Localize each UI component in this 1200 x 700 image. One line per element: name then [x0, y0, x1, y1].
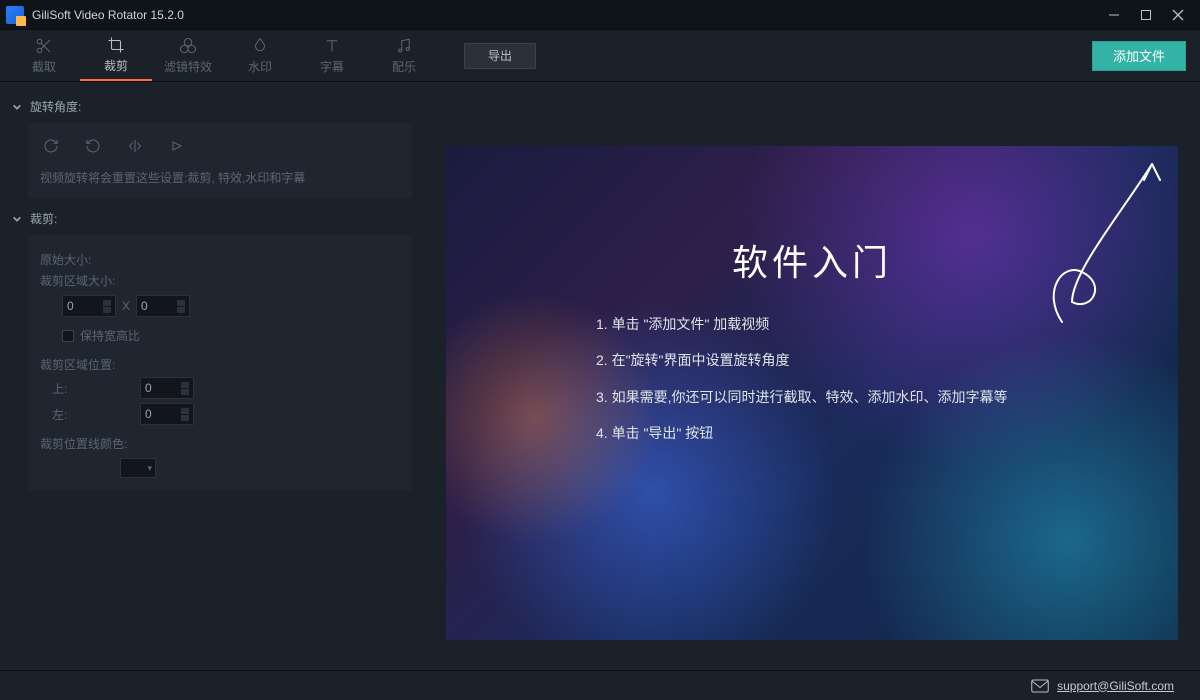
left-label: 左: [48, 406, 134, 423]
crop-top-input[interactable]: 0 [140, 377, 194, 399]
crop-width-input[interactable]: 0 [62, 295, 116, 317]
maximize-button[interactable] [1130, 1, 1162, 29]
rotate-cw-button[interactable] [40, 135, 62, 157]
section-crop-header[interactable]: 裁剪: [12, 210, 410, 227]
top-label: 上: [48, 380, 134, 397]
section-rotation-header[interactable]: 旋转角度: [12, 98, 410, 115]
keep-ratio-label: 保持宽高比 [80, 327, 140, 344]
flip-horizontal-button[interactable] [124, 135, 146, 157]
tab-cut[interactable]: 截取 [8, 31, 80, 81]
tab-label: 裁剪 [104, 57, 128, 74]
tab-filter[interactable]: 滤镜特效 [152, 31, 224, 81]
chevron-down-icon [12, 214, 22, 224]
step-4: 4. 单击 "导出" 按钮 [596, 415, 1007, 451]
tab-music[interactable]: 配乐 [368, 31, 440, 81]
settings-sidebar: 旋转角度: 视频旋转将会重置这些设置:裁剪, 特效,水印和字幕 裁剪: 原始大小… [0, 82, 424, 670]
tab-label: 水印 [248, 58, 272, 75]
keep-ratio-checkbox[interactable] [62, 330, 74, 342]
preview-title: 软件入门 [446, 234, 1178, 286]
onboarding-steps: 1. 单击 "添加文件" 加载视频 2. 在"旋转"界面中设置旋转角度 3. 如… [596, 306, 1007, 452]
crop-pos-label: 裁剪区域位置: [40, 356, 400, 373]
rotation-panel: 视频旋转将会重置这些设置:裁剪, 特效,水印和字幕 [28, 123, 412, 198]
close-button[interactable] [1162, 1, 1194, 29]
tab-subtitle[interactable]: 字幕 [296, 31, 368, 81]
app-icon [6, 6, 24, 24]
step-2: 2. 在"旋转"界面中设置旋转角度 [596, 342, 1007, 378]
preview-canvas: 软件入门 1. 单击 "添加文件" 加载视频 2. 在"旋转"界面中设置旋转角度… [446, 146, 1178, 640]
crop-size-label: 裁剪区域大小: [40, 272, 400, 289]
preview-area: 软件入门 1. 单击 "添加文件" 加载视频 2. 在"旋转"界面中设置旋转角度… [424, 82, 1200, 670]
rotation-hint: 视频旋转将会重置这些设置:裁剪, 特效,水印和字幕 [40, 169, 400, 186]
flip-vertical-button[interactable] [166, 135, 188, 157]
droplet-icon [251, 37, 269, 55]
crop-panel: 原始大小: 裁剪区域大小: 0 X 0 保持宽高比 裁剪区域位置: 上: 0 左… [28, 235, 412, 490]
export-button[interactable]: 导出 [464, 43, 536, 69]
footer: support@GiliSoft.com [0, 670, 1200, 700]
step-1: 1. 单击 "添加文件" 加载视频 [596, 306, 1007, 342]
mail-icon [1031, 679, 1049, 693]
tab-watermark[interactable]: 水印 [224, 31, 296, 81]
step-3: 3. 如果需要,你还可以同时进行截取、特效、添加水印、添加字幕等 [596, 379, 1007, 415]
tab-label: 滤镜特效 [164, 58, 212, 75]
tab-crop[interactable]: 裁剪 [80, 31, 152, 81]
tab-label: 截取 [32, 58, 56, 75]
filter-icon [179, 37, 197, 55]
line-color-picker[interactable] [120, 458, 156, 478]
crop-height-input[interactable]: 0 [136, 295, 190, 317]
music-icon [395, 37, 413, 55]
multiply-separator: X [122, 299, 130, 313]
text-icon [323, 37, 341, 55]
crop-left-input[interactable]: 0 [140, 403, 194, 425]
minimize-button[interactable] [1098, 1, 1130, 29]
add-file-button[interactable]: 添加文件 [1092, 41, 1186, 71]
line-color-label: 裁剪位置线颜色: [40, 435, 400, 452]
crop-icon [107, 36, 125, 54]
scissors-icon [35, 37, 53, 55]
section-rotation-title: 旋转角度: [30, 98, 81, 115]
toolbar: 截取 裁剪 滤镜特效 水印 字幕 配乐 导出 添加文件 [0, 30, 1200, 82]
chevron-down-icon [12, 102, 22, 112]
tab-label: 字幕 [320, 58, 344, 75]
support-link[interactable]: support@GiliSoft.com [1057, 679, 1174, 693]
app-title: GiliSoft Video Rotator 15.2.0 [32, 8, 184, 22]
rotate-ccw-button[interactable] [82, 135, 104, 157]
orig-size-label: 原始大小: [40, 251, 400, 268]
tab-label: 配乐 [392, 58, 416, 75]
section-crop-title: 裁剪: [30, 210, 57, 227]
titlebar: GiliSoft Video Rotator 15.2.0 [0, 0, 1200, 30]
